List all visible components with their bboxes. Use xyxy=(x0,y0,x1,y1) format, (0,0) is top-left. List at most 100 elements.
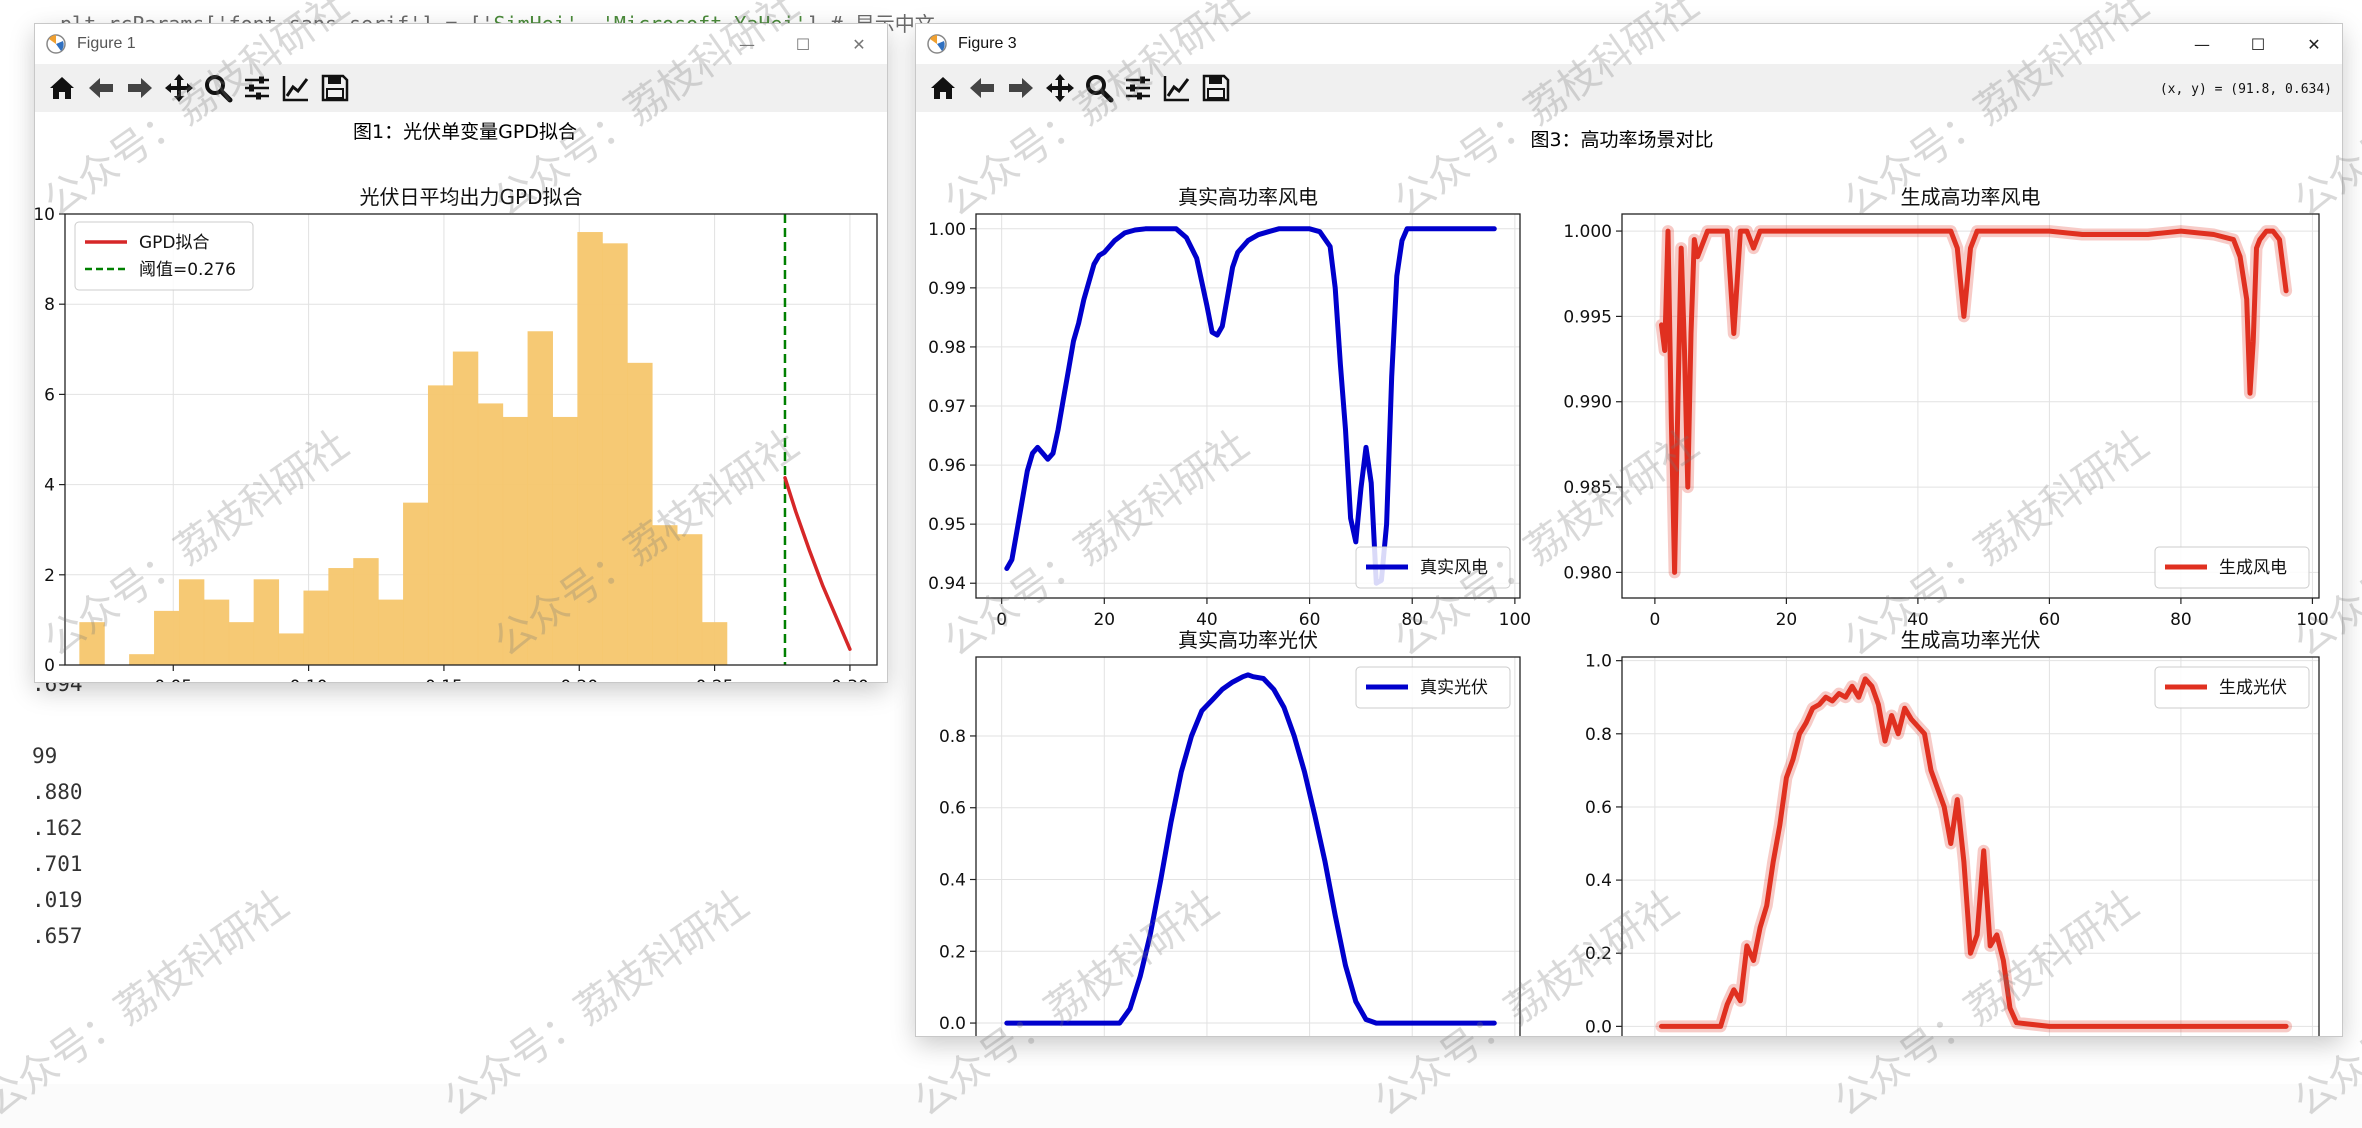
wind-gen-axes[interactable]: 0 20 40 60 80 100 0.980 0.985 0.990 0.995 1.000 生成高… xyxy=(1563,185,2328,630)
edit-axis-icon xyxy=(1163,76,1190,102)
forward-button[interactable] xyxy=(1002,69,1040,107)
minimize-button[interactable]: — xyxy=(719,24,775,64)
matplotlib-app-icon xyxy=(46,34,66,54)
y-tick-label: 4 xyxy=(44,476,55,496)
histogram-bar xyxy=(303,590,329,665)
pan-button[interactable] xyxy=(160,69,198,107)
histogram-bar xyxy=(602,243,628,665)
histogram-bar xyxy=(701,622,728,665)
legend-label: 阈值=0.276 xyxy=(139,260,236,280)
y-tick-label: 0.995 xyxy=(1563,307,1612,327)
y-tick-label: 0.990 xyxy=(1563,393,1612,413)
x-tick-label: 0.20 xyxy=(560,677,598,682)
output-line: .019 xyxy=(32,888,83,912)
pan-button[interactable] xyxy=(1041,69,1079,107)
zoom-button[interactable] xyxy=(199,69,237,107)
output-line: .701 xyxy=(32,852,83,876)
plot-area xyxy=(976,657,1520,1041)
figure3-plot[interactable]: 图3：高功率场景对比 0 20 40 60 80 1000.940.950.960.970… xyxy=(916,112,2342,1073)
configure-button[interactable] xyxy=(1119,69,1157,107)
x-tick-label: 0.10 xyxy=(290,677,328,682)
axes-title: 生成高功率风电 xyxy=(1901,185,2041,209)
histogram-bar xyxy=(228,622,255,665)
minimize-button[interactable]: — xyxy=(2174,24,2230,64)
x-tick-label: 100 xyxy=(2296,610,2328,630)
y-tick-label: 0.94 xyxy=(928,574,966,594)
figure3-canvas[interactable]: 图3：高功率场景对比 0 20 40 60 80 100 0.94 0.95 0.96 0.97 0… xyxy=(916,112,2342,1073)
y-tick-label: 8 xyxy=(44,295,55,315)
save-icon xyxy=(1202,74,1230,102)
home-icon xyxy=(50,77,74,99)
y-tick-label: 0.8 xyxy=(1585,725,1612,745)
save-icon xyxy=(321,74,349,102)
back-button[interactable] xyxy=(963,69,1001,107)
save-button[interactable] xyxy=(316,69,354,107)
histogram-bar xyxy=(502,416,529,665)
legend-label: 生成风电 xyxy=(2219,558,2287,578)
axes-title: 光伏日平均出力GPD拟合 xyxy=(360,185,583,209)
close-button[interactable]: ✕ xyxy=(831,24,887,64)
figure3-window[interactable]: Figure 3 — ☐ ✕ (x, y) = (91.8, 0.634) 图3… xyxy=(916,24,2342,1073)
home-icon xyxy=(931,77,955,99)
x-tick-label: 0 xyxy=(1649,610,1660,630)
y-tick-label: 1.0 xyxy=(1585,652,1612,672)
fig1-axes[interactable]: 0.05 0.10 0.15 0.20 0.25 0.30 0 2 4 6 8 10 光伏日平均出力GP… xyxy=(33,185,878,697)
figure1-suptitle: 图1：光伏单变量GPD拟合 xyxy=(353,121,577,143)
forward-icon xyxy=(128,78,152,98)
y-tick-label: 0.4 xyxy=(939,871,966,891)
histogram-bar xyxy=(253,579,280,665)
figure3-titlebar[interactable]: Figure 3 — ☐ ✕ xyxy=(916,24,2342,64)
y-tick-label: 0.98 xyxy=(928,338,966,358)
x-tick-label: 60 xyxy=(2039,610,2061,630)
home-button[interactable] xyxy=(43,69,81,107)
y-tick-label: 0.96 xyxy=(928,456,966,476)
legend-label: 真实光伏 xyxy=(1420,678,1488,698)
pan-icon xyxy=(165,74,193,102)
output-line: .657 xyxy=(32,924,83,948)
histogram-bar xyxy=(154,610,180,665)
figure1-canvas[interactable]: 图1：光伏单变量GPD拟合 0.05 0.10 0.15 0.20 0.25 0.30 0 2… xyxy=(33,112,887,697)
edit-axis-button[interactable] xyxy=(277,69,315,107)
pv-real-axes[interactable]: 0204060801000.00.20.40.60.8真实高功率光伏真实光伏 xyxy=(939,628,1531,1073)
configure-icon xyxy=(1126,76,1150,100)
y-tick-label: 0.99 xyxy=(928,279,966,299)
y-tick-label: 0.97 xyxy=(928,397,966,417)
histogram-bar xyxy=(427,385,454,665)
x-tick-label: 100 xyxy=(1499,610,1531,630)
y-tick-label: 1.000 xyxy=(1563,222,1612,242)
histogram-bar xyxy=(627,362,653,665)
edit-axis-button[interactable] xyxy=(1158,69,1196,107)
x-tick-label: 0.05 xyxy=(154,677,192,682)
maximize-button[interactable]: ☐ xyxy=(2230,24,2286,64)
histogram-bar xyxy=(452,351,479,665)
forward-button[interactable] xyxy=(121,69,159,107)
configure-button[interactable] xyxy=(238,69,276,107)
pan-icon xyxy=(1046,74,1074,102)
figure1-window[interactable]: Figure 1 — ☐ ✕ 图1：光伏单变量GPD拟合 0.05 0.10 0.1… xyxy=(33,24,887,697)
back-icon xyxy=(970,78,994,98)
maximize-button[interactable]: ☐ xyxy=(775,24,831,64)
close-button[interactable]: ✕ xyxy=(2286,24,2342,64)
x-tick-label: 80 xyxy=(2170,610,2192,630)
figure1-plot[interactable]: 图1：光伏单变量GPD拟合 0.05 0.10 0.15 0.20 0.25 0.30 0 2… xyxy=(33,112,887,697)
save-button[interactable] xyxy=(1197,69,1235,107)
zoom-icon xyxy=(205,75,233,103)
axes-title: 真实高功率光伏 xyxy=(1178,628,1318,652)
x-tick-label: 0.25 xyxy=(696,677,734,682)
back-button[interactable] xyxy=(82,69,120,107)
y-tick-label: 0.6 xyxy=(1585,798,1612,818)
home-button[interactable] xyxy=(924,69,962,107)
wind-real-axes[interactable]: 0 20 40 60 80 100 0.94 0.95 0.96 0.97 0.98 0.99 1.00… xyxy=(928,185,1531,630)
y-tick-label: 0.4 xyxy=(1585,871,1612,891)
output-line: .880 xyxy=(32,780,83,804)
histogram-bar xyxy=(79,622,105,665)
y-tick-label: 0.2 xyxy=(1585,944,1612,964)
histogram-bar xyxy=(527,331,553,665)
y-tick-label: 0.980 xyxy=(1563,563,1612,583)
x-tick-label: 40 xyxy=(1196,610,1218,630)
y-tick-label: 10 xyxy=(35,205,55,225)
histogram-bar xyxy=(676,534,703,665)
pv-gen-axes[interactable]: 0204060801000.00.20.40.60.81.0生成高功率光伏生成光… xyxy=(1585,628,2329,1073)
zoom-button[interactable] xyxy=(1080,69,1118,107)
figure1-titlebar[interactable]: Figure 1 — ☐ ✕ xyxy=(35,24,887,64)
